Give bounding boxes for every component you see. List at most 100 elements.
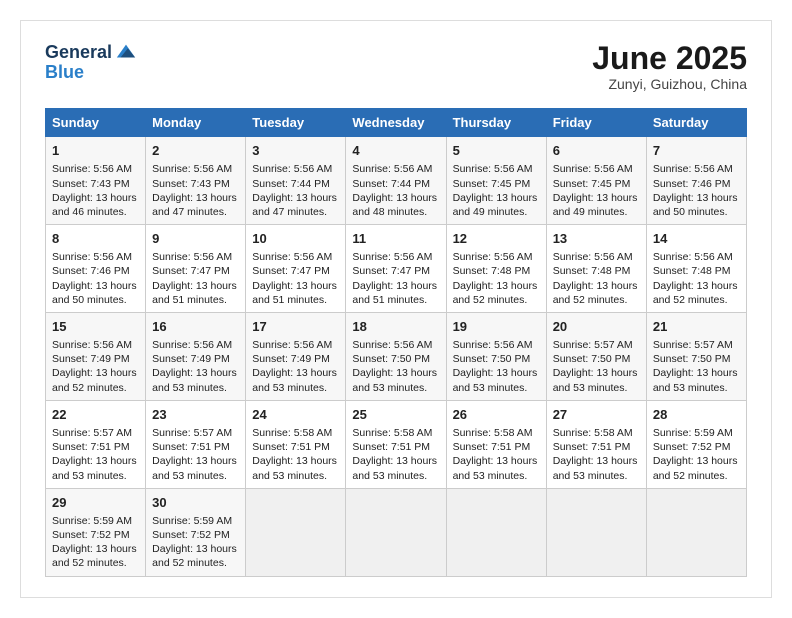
day-cell: 14Sunrise: 5:56 AMSunset: 7:48 PMDayligh…: [646, 225, 746, 313]
day-number: 19: [453, 318, 540, 336]
header-row: SundayMondayTuesdayWednesdayThursdayFrid…: [46, 109, 747, 137]
day-info-line: and 48 minutes.: [352, 205, 439, 219]
day-number: 23: [152, 406, 239, 424]
day-info-line: Sunset: 7:45 PM: [553, 177, 640, 191]
day-info-line: Sunset: 7:48 PM: [553, 264, 640, 278]
day-info-line: Sunrise: 5:56 AM: [252, 338, 339, 352]
week-row-5: 29Sunrise: 5:59 AMSunset: 7:52 PMDayligh…: [46, 488, 747, 576]
day-info-line: and 47 minutes.: [152, 205, 239, 219]
day-info-line: and 53 minutes.: [152, 469, 239, 483]
day-info-line: Sunset: 7:47 PM: [352, 264, 439, 278]
day-info-line: and 51 minutes.: [152, 293, 239, 307]
day-info-line: and 52 minutes.: [653, 469, 740, 483]
logo: General Blue: [45, 41, 137, 81]
day-info-line: Daylight: 13 hours: [52, 279, 139, 293]
logo-blue: Blue: [45, 63, 84, 81]
calendar-body: 1Sunrise: 5:56 AMSunset: 7:43 PMDaylight…: [46, 137, 747, 576]
header-cell-thursday: Thursday: [446, 109, 546, 137]
day-info-line: Sunrise: 5:56 AM: [152, 162, 239, 176]
day-info-line: Daylight: 13 hours: [553, 191, 640, 205]
day-info-line: and 51 minutes.: [352, 293, 439, 307]
calendar-table: SundayMondayTuesdayWednesdayThursdayFrid…: [45, 108, 747, 576]
day-cell: 6 Sunrise: 5:56 AMSunset: 7:45 PMDaylight…: [546, 137, 646, 225]
day-number: 20: [553, 318, 640, 336]
day-info-line: Sunset: 7:47 PM: [152, 264, 239, 278]
day-info-line: Daylight: 13 hours: [252, 279, 339, 293]
day-info-line: Sunrise: 5:57 AM: [152, 426, 239, 440]
day-info-line: and 53 minutes.: [252, 381, 339, 395]
day-info-line: Sunrise: 5:56 AM: [52, 162, 139, 176]
day-info-line: Sunset: 7:50 PM: [553, 352, 640, 366]
day-info-line: Sunset: 7:51 PM: [352, 440, 439, 454]
day-number: 6: [553, 142, 640, 160]
day-info-line: and 53 minutes.: [252, 469, 339, 483]
week-row-4: 22Sunrise: 5:57 AMSunset: 7:51 PMDayligh…: [46, 400, 747, 488]
day-info-line: Daylight: 13 hours: [352, 191, 439, 205]
day-info-line: Sunset: 7:48 PM: [653, 264, 740, 278]
day-info-line: Sunset: 7:43 PM: [52, 177, 139, 191]
day-info-line: and 53 minutes.: [352, 381, 439, 395]
day-cell: 1 Sunrise: 5:56 AMSunset: 7:43 PMDaylight…: [46, 137, 146, 225]
day-info-line: and 47 minutes.: [252, 205, 339, 219]
day-number: 11: [352, 230, 439, 248]
day-info-line: Sunrise: 5:56 AM: [553, 162, 640, 176]
week-row-3: 15Sunrise: 5:56 AMSunset: 7:49 PMDayligh…: [46, 312, 747, 400]
day-info-line: Sunset: 7:49 PM: [252, 352, 339, 366]
day-info-line: and 52 minutes.: [453, 293, 540, 307]
header-cell-friday: Friday: [546, 109, 646, 137]
day-info-line: Sunset: 7:51 PM: [252, 440, 339, 454]
day-info-line: Sunset: 7:44 PM: [352, 177, 439, 191]
day-info-line: Sunset: 7:52 PM: [52, 528, 139, 542]
day-number: 14: [653, 230, 740, 248]
day-number: 1: [52, 142, 139, 160]
day-cell: 20Sunrise: 5:57 AMSunset: 7:50 PMDayligh…: [546, 312, 646, 400]
day-cell: 8Sunrise: 5:56 AMSunset: 7:46 PMDaylight…: [46, 225, 146, 313]
day-info-line: and 52 minutes.: [52, 381, 139, 395]
day-number: 9: [152, 230, 239, 248]
day-info-line: Sunrise: 5:56 AM: [653, 250, 740, 264]
day-cell: 24Sunrise: 5:58 AMSunset: 7:51 PMDayligh…: [246, 400, 346, 488]
day-cell: 7Sunrise: 5:56 AMSunset: 7:46 PMDaylight…: [646, 137, 746, 225]
day-info-line: Daylight: 13 hours: [453, 279, 540, 293]
day-info-line: and 53 minutes.: [152, 381, 239, 395]
day-info-line: and 53 minutes.: [352, 469, 439, 483]
day-info-line: and 50 minutes.: [653, 205, 740, 219]
day-cell: [646, 488, 746, 576]
day-info-line: Sunset: 7:46 PM: [52, 264, 139, 278]
header-cell-saturday: Saturday: [646, 109, 746, 137]
day-cell: 30Sunrise: 5:59 AMSunset: 7:52 PMDayligh…: [146, 488, 246, 576]
day-info-line: Sunrise: 5:56 AM: [352, 162, 439, 176]
day-number: 24: [252, 406, 339, 424]
calendar-header: SundayMondayTuesdayWednesdayThursdayFrid…: [46, 109, 747, 137]
day-info-line: Sunrise: 5:59 AM: [152, 514, 239, 528]
day-info-line: and 51 minutes.: [252, 293, 339, 307]
day-cell: 13Sunrise: 5:56 AMSunset: 7:48 PMDayligh…: [546, 225, 646, 313]
day-info-line: and 52 minutes.: [52, 556, 139, 570]
day-number: 8: [52, 230, 139, 248]
day-number: 4: [352, 142, 439, 160]
day-info-line: Sunset: 7:50 PM: [352, 352, 439, 366]
day-info-line: Daylight: 13 hours: [453, 366, 540, 380]
day-info-line: and 52 minutes.: [553, 293, 640, 307]
header-cell-tuesday: Tuesday: [246, 109, 346, 137]
day-info-line: Sunrise: 5:58 AM: [252, 426, 339, 440]
day-info-line: Daylight: 13 hours: [653, 454, 740, 468]
day-info-line: Daylight: 13 hours: [52, 191, 139, 205]
day-number: 10: [252, 230, 339, 248]
day-info-line: Sunset: 7:45 PM: [453, 177, 540, 191]
day-info-line: Sunrise: 5:56 AM: [553, 250, 640, 264]
day-info-line: Daylight: 13 hours: [352, 366, 439, 380]
day-info-line: Sunrise: 5:56 AM: [352, 338, 439, 352]
header-cell-sunday: Sunday: [46, 109, 146, 137]
day-info-line: Daylight: 13 hours: [653, 191, 740, 205]
day-number: 17: [252, 318, 339, 336]
day-info-line: Daylight: 13 hours: [252, 366, 339, 380]
day-cell: 11Sunrise: 5:56 AMSunset: 7:47 PMDayligh…: [346, 225, 446, 313]
day-info-line: and 53 minutes.: [453, 381, 540, 395]
day-cell: 19Sunrise: 5:56 AMSunset: 7:50 PMDayligh…: [446, 312, 546, 400]
day-cell: 29Sunrise: 5:59 AMSunset: 7:52 PMDayligh…: [46, 488, 146, 576]
day-info-line: Sunset: 7:48 PM: [453, 264, 540, 278]
day-info-line: Sunrise: 5:56 AM: [252, 250, 339, 264]
day-number: 15: [52, 318, 139, 336]
day-info-line: Sunrise: 5:58 AM: [352, 426, 439, 440]
